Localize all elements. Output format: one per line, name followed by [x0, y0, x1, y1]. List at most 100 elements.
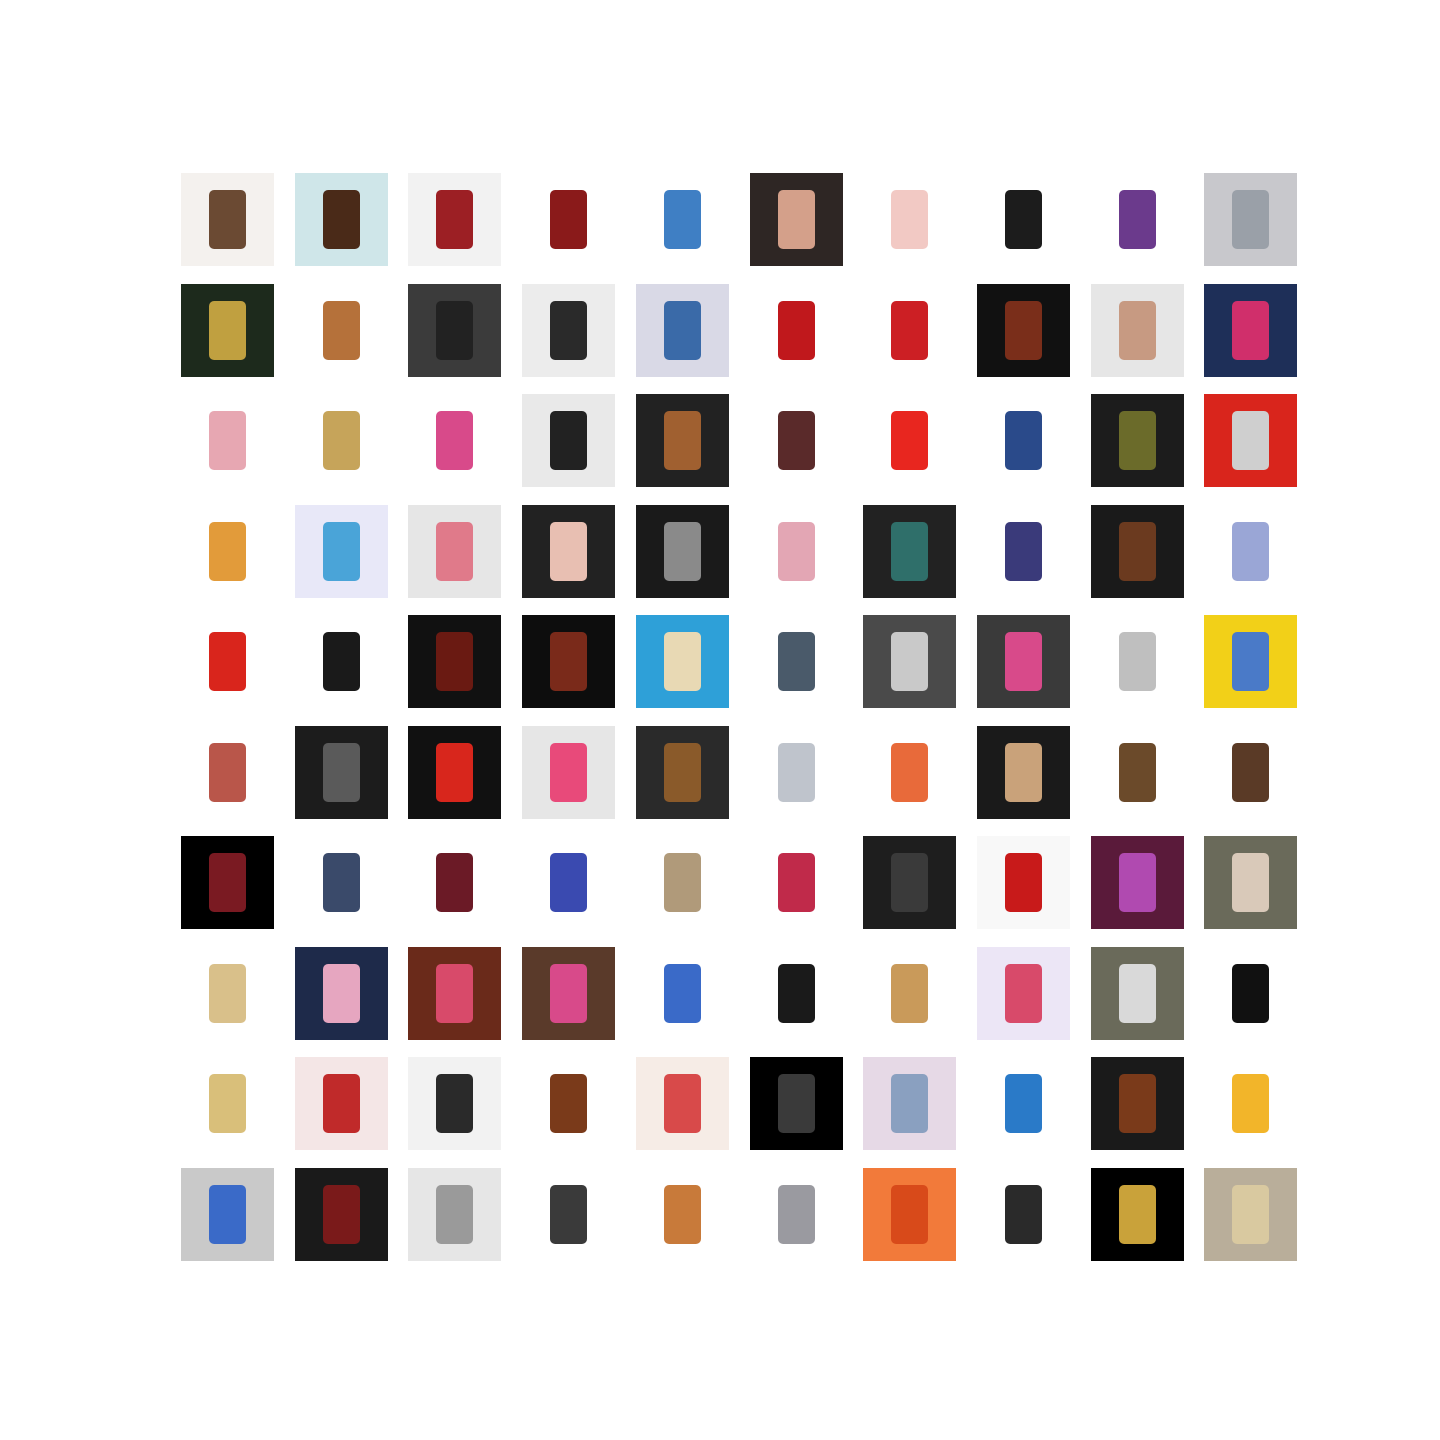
phone-case-shape — [208, 963, 247, 1024]
product-thumbnail — [295, 726, 388, 819]
phone-case-shape — [322, 410, 361, 471]
phone-case-shape — [777, 300, 816, 361]
product-thumbnail — [408, 394, 501, 487]
phone-case-shape — [1118, 410, 1157, 471]
product-thumbnail — [977, 726, 1070, 819]
phone-case-shape — [1118, 852, 1157, 913]
phone-case-shape — [1231, 742, 1270, 803]
product-thumbnail — [1204, 284, 1297, 377]
phone-case-shape — [890, 189, 929, 250]
phone-case-shape — [322, 300, 361, 361]
product-thumbnail — [522, 1057, 615, 1150]
product-thumbnail — [1091, 1168, 1184, 1261]
phone-case-shape — [1231, 1073, 1270, 1134]
product-thumbnail — [636, 1057, 729, 1150]
product-thumbnail — [295, 1057, 388, 1150]
product-thumbnail — [636, 394, 729, 487]
product-thumbnail — [408, 173, 501, 266]
phone-case-shape — [208, 189, 247, 250]
product-thumbnail — [181, 1168, 274, 1261]
product-thumbnail — [636, 173, 729, 266]
product-thumbnail — [1204, 615, 1297, 708]
product-thumbnail — [408, 505, 501, 598]
phone-case-shape — [777, 631, 816, 692]
product-thumbnail — [750, 173, 843, 266]
product-thumbnail — [977, 1168, 1070, 1261]
phone-case-shape — [890, 521, 929, 582]
product-thumbnail — [1204, 1168, 1297, 1261]
phone-case-shape — [208, 1184, 247, 1245]
phone-case-shape — [1004, 521, 1043, 582]
phone-case-shape — [1004, 300, 1043, 361]
phone-case-shape — [435, 189, 474, 250]
product-thumbnail — [863, 284, 956, 377]
product-thumbnail — [295, 947, 388, 1040]
product-thumbnail — [522, 947, 615, 1040]
product-thumbnail — [1204, 947, 1297, 1040]
phone-case-shape — [322, 521, 361, 582]
product-thumbnail — [522, 284, 615, 377]
product-thumbnail — [181, 615, 274, 708]
phone-case-shape — [1004, 1184, 1043, 1245]
product-thumbnail — [863, 394, 956, 487]
product-thumbnail — [1204, 726, 1297, 819]
product-thumbnail — [1204, 394, 1297, 487]
phone-case-shape — [1118, 189, 1157, 250]
phone-case-shape — [208, 300, 247, 361]
product-thumbnail — [977, 173, 1070, 266]
phone-case-shape — [549, 1184, 588, 1245]
product-thumbnail — [181, 947, 274, 1040]
phone-case-shape — [1231, 852, 1270, 913]
product-thumbnail — [1204, 505, 1297, 598]
product-thumbnail — [977, 284, 1070, 377]
product-thumbnail — [1091, 947, 1184, 1040]
phone-case-shape — [663, 742, 702, 803]
phone-case-shape — [890, 300, 929, 361]
phone-case-shape — [663, 631, 702, 692]
product-thumbnail — [863, 173, 956, 266]
product-thumbnail — [181, 505, 274, 598]
phone-case-shape — [1004, 189, 1043, 250]
phone-case-shape — [890, 410, 929, 471]
product-thumbnail — [181, 284, 274, 377]
phone-case-shape — [208, 631, 247, 692]
phone-case-shape — [1231, 1184, 1270, 1245]
phone-case-shape — [777, 1073, 816, 1134]
phone-case-shape — [322, 852, 361, 913]
product-thumbnail — [1091, 1057, 1184, 1150]
phone-case-shape — [435, 963, 474, 1024]
product-thumbnail — [977, 1057, 1070, 1150]
product-thumbnail — [863, 726, 956, 819]
product-thumbnail — [295, 615, 388, 708]
product-thumbnail — [522, 726, 615, 819]
product-thumbnail — [750, 615, 843, 708]
product-thumbnail — [636, 726, 729, 819]
phone-case-shape — [777, 521, 816, 582]
phone-case-shape — [890, 852, 929, 913]
product-thumbnail — [1091, 615, 1184, 708]
phone-case-shape — [549, 963, 588, 1024]
product-thumbnail — [977, 505, 1070, 598]
product-thumbnail — [750, 726, 843, 819]
phone-case-shape — [663, 1184, 702, 1245]
product-thumbnail — [977, 947, 1070, 1040]
product-thumbnail — [750, 836, 843, 929]
phone-case-shape — [322, 189, 361, 250]
phone-case-shape — [1118, 1073, 1157, 1134]
phone-case-shape — [549, 742, 588, 803]
product-thumbnail — [295, 394, 388, 487]
product-thumbnail — [408, 726, 501, 819]
phone-case-shape — [663, 963, 702, 1024]
phone-case-shape — [435, 852, 474, 913]
phone-case-shape — [1004, 963, 1043, 1024]
phone-case-shape — [777, 410, 816, 471]
phone-case-shape — [322, 631, 361, 692]
phone-case-shape — [663, 521, 702, 582]
phone-case-shape — [208, 1073, 247, 1134]
phone-case-shape — [322, 1184, 361, 1245]
phone-case-shape — [208, 852, 247, 913]
product-thumbnail — [295, 505, 388, 598]
product-thumbnail — [750, 1057, 843, 1150]
product-thumbnail — [977, 615, 1070, 708]
phone-case-shape — [1118, 1184, 1157, 1245]
